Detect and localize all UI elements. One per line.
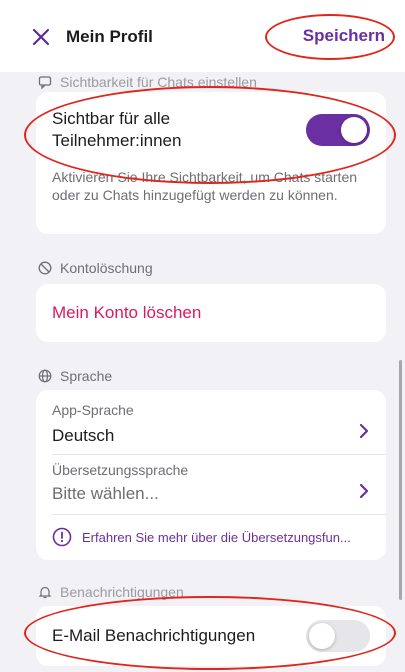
translation-info-link[interactable]: Erfahren Sie mehr über die Übersetzungsf…: [52, 526, 382, 548]
toggle-knob: [309, 623, 335, 649]
translation-language-row[interactable]: Übersetzungssprache Bitte wählen...: [36, 456, 386, 512]
chevron-right-icon: [358, 422, 370, 445]
save-button[interactable]: Speichern: [303, 26, 385, 46]
prohibited-icon: [38, 261, 52, 275]
email-notifications-toggle[interactable]: [306, 620, 370, 652]
visibility-section-text: Sichtbarkeit für Chats einstellen: [60, 74, 257, 90]
delete-account-button[interactable]: Mein Konto löschen: [52, 303, 201, 323]
globe-icon: [38, 369, 52, 383]
language-section-label: Sprache: [38, 368, 112, 384]
visibility-label-line2: Teilnehmer:innen: [52, 131, 182, 150]
translation-info-text: Erfahren Sie mehr über die Übersetzungsf…: [82, 529, 351, 545]
account-deletion-section-label: Kontolöschung: [38, 260, 153, 276]
translation-language-value: Bitte wählen...: [52, 484, 159, 503]
bell-icon: [38, 585, 52, 599]
chat-icon: [38, 75, 52, 90]
notifications-section-label: Benachrichtigungen: [38, 584, 184, 600]
divider: [52, 454, 386, 455]
scrollbar[interactable]: [399, 360, 402, 600]
close-icon[interactable]: [30, 26, 52, 48]
language-card: App-Sprache Deutsch Übersetzungssprache …: [36, 390, 386, 560]
app-language-label: App-Sprache: [52, 402, 134, 418]
toggle-knob: [341, 117, 367, 143]
account-deletion-card: Mein Konto löschen: [36, 284, 386, 342]
app-language-value: Deutsch: [52, 426, 115, 445]
divider: [52, 514, 386, 515]
visibility-section-label: Sichtbarkeit für Chats einstellen: [38, 74, 257, 90]
translation-language-label: Übersetzungssprache: [52, 462, 189, 478]
visibility-label-line1: Sichtbar für alle: [52, 109, 171, 128]
header-bar: Mein Profil Speichern: [0, 0, 405, 72]
visibility-toggle[interactable]: [306, 114, 370, 146]
notifications-section-text: Benachrichtigungen: [60, 584, 184, 600]
account-deletion-section-text: Kontolöschung: [60, 260, 153, 276]
chevron-right-icon: [358, 482, 370, 505]
email-notifications-label: E-Mail Benachrichtigungen: [52, 626, 256, 645]
app-language-row[interactable]: App-Sprache Deutsch: [36, 390, 386, 452]
page-title: Mein Profil: [66, 27, 153, 46]
visibility-card: Sichtbar für alle Teilnehmer:innen Aktiv…: [36, 92, 386, 234]
notifications-card: E-Mail Benachrichtigungen: [36, 606, 386, 666]
visibility-toggle-label: Sichtbar für alle Teilnehmer:innen: [52, 108, 181, 152]
language-section-text: Sprache: [60, 368, 113, 384]
info-icon: [52, 527, 72, 547]
visibility-description: Aktivieren Sie Ihre Sichtbarkeit, um Cha…: [52, 169, 358, 203]
